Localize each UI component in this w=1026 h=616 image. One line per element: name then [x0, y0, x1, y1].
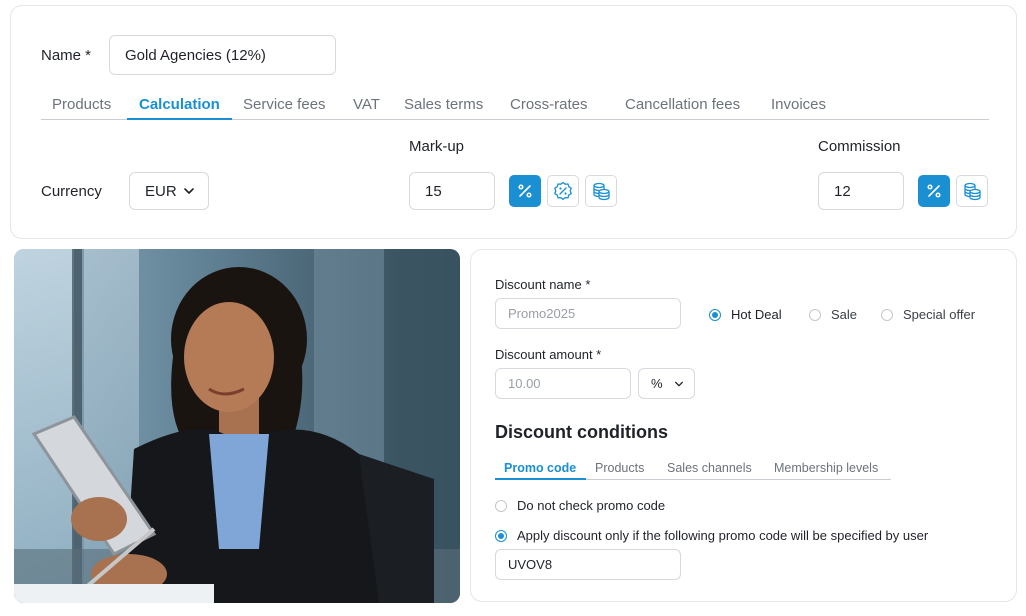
tab-vat[interactable]: VAT	[353, 96, 380, 113]
radio-unselected-icon	[881, 308, 893, 321]
radio-hot-deal[interactable]: Hot Deal	[709, 307, 782, 322]
name-input[interactable]: Gold Agencies (12%)	[109, 35, 336, 75]
discount-name-input[interactable]: Promo2025	[495, 298, 681, 329]
radio-require-promo-code[interactable]: Apply discount only if the following pro…	[495, 528, 928, 543]
radio-require-promo-code-label: Apply discount only if the following pro…	[517, 528, 929, 543]
markup-discount-button[interactable]	[547, 175, 579, 207]
tab-sales-channels[interactable]: Sales channels	[667, 461, 752, 475]
coins-icon	[964, 182, 981, 201]
discount-unit-select[interactable]: %	[638, 368, 695, 399]
tab-cancellation-fees[interactable]: Cancellation fees	[625, 96, 740, 113]
currency-value: EUR	[145, 182, 177, 200]
tab-sales-terms[interactable]: Sales terms	[404, 96, 483, 113]
radio-unselected-icon	[495, 499, 507, 512]
discount-amount-label: Discount amount *	[495, 347, 602, 362]
tab-invoices[interactable]: Invoices	[771, 96, 826, 113]
active-condition-tab-indicator	[495, 478, 586, 480]
radio-special-offer[interactable]: Special offer	[881, 307, 975, 322]
business-woman-photo	[14, 249, 460, 603]
radio-no-promo-check-label: Do not check promo code	[517, 498, 666, 513]
discount-amount-placeholder: 10.00	[508, 376, 541, 391]
radio-no-promo-check[interactable]: Do not check promo code	[495, 498, 665, 513]
radio-selected-icon	[709, 308, 721, 321]
tab-cross-rates[interactable]: Cross-rates	[510, 96, 588, 113]
radio-sale-label: Sale	[831, 307, 858, 322]
radio-selected-icon	[495, 529, 507, 542]
coins-icon	[593, 182, 610, 201]
discount-card: Discount name * Promo2025 Hot Deal Sale …	[470, 249, 1017, 602]
commission-amount-button[interactable]	[956, 175, 988, 207]
markup-amount-button[interactable]	[585, 175, 617, 207]
radio-special-offer-label: Special offer	[903, 307, 976, 322]
chevron-down-icon	[184, 188, 194, 194]
settings-tabs: Products Calculation Service fees VAT Sa…	[41, 90, 989, 120]
markup-percent-button[interactable]	[509, 175, 541, 207]
tab-promo-code[interactable]: Promo code	[504, 461, 576, 475]
tab-calculation[interactable]: Calculation	[139, 96, 220, 113]
markup-input[interactable]: 15	[409, 172, 495, 210]
percent-icon	[927, 184, 941, 198]
tab-service-fees[interactable]: Service fees	[243, 96, 326, 113]
commission-label: Commission	[818, 138, 901, 155]
discount-amount-input[interactable]: 10.00	[495, 368, 631, 399]
discount-name-placeholder: Promo2025	[508, 306, 576, 321]
name-label: Name *	[41, 47, 92, 64]
commission-input[interactable]: 12	[818, 172, 904, 210]
tab-products-condition[interactable]: Products	[595, 461, 644, 475]
active-tab-indicator	[127, 118, 232, 120]
commission-percent-button[interactable]	[918, 175, 950, 207]
woman-with-tablet-illustration	[14, 249, 460, 603]
currency-select[interactable]: EUR	[129, 172, 209, 210]
percent-badge-icon	[554, 181, 572, 200]
chevron-down-icon	[675, 381, 683, 386]
radio-unselected-icon	[809, 308, 821, 321]
discount-conditions-title: Discount conditions	[495, 422, 668, 442]
percent-icon	[518, 184, 532, 198]
currency-label: Currency	[41, 183, 102, 200]
promo-code-input[interactable]: UVOV8	[495, 549, 681, 580]
pricing-settings-card: Name * Gold Agencies (12%) Products Calc…	[10, 5, 1017, 239]
discount-name-label: Discount name *	[495, 277, 591, 292]
radio-sale[interactable]: Sale	[809, 307, 857, 322]
tab-membership-levels[interactable]: Membership levels	[774, 461, 878, 475]
discount-unit-value: %	[651, 376, 663, 391]
tab-products[interactable]: Products	[52, 96, 111, 113]
condition-tabs: Promo code Products Sales channels Membe…	[495, 456, 891, 480]
markup-label: Mark-up	[409, 138, 465, 155]
radio-hot-deal-label: Hot Deal	[731, 307, 782, 322]
